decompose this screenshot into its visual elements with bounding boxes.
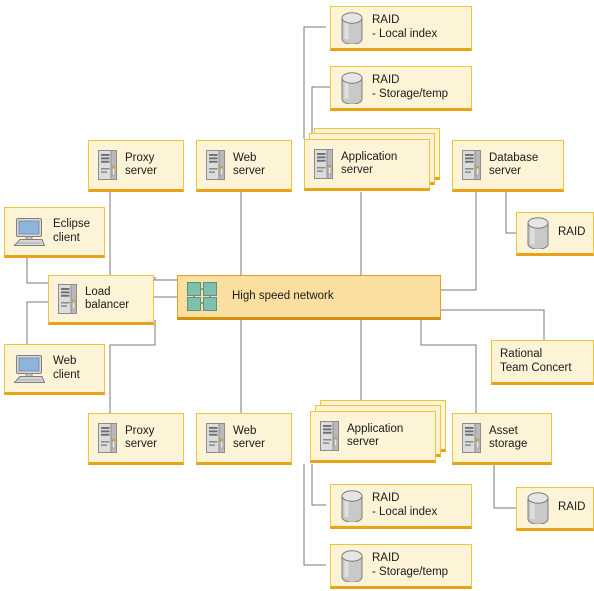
node-application-server-bottom[interactable]: Application server <box>310 411 436 463</box>
node-raid-storage-temp-top[interactable]: RAID - Storage/temp <box>330 66 472 111</box>
node-web-server-top[interactable]: Web server <box>196 140 292 192</box>
node-label: Proxy server <box>125 151 157 178</box>
node-web-client[interactable]: Web client <box>4 344 105 395</box>
server-tower-icon <box>462 423 481 453</box>
node-label: Load balancer <box>85 285 130 312</box>
node-label: High speed network <box>232 289 334 302</box>
node-label: Web server <box>233 424 265 451</box>
node-raid-local-index-top[interactable]: RAID - Local index <box>330 6 472 51</box>
node-label: Application server <box>347 422 404 449</box>
node-label: RAID - Local index <box>372 492 438 518</box>
node-label: RAID <box>558 226 586 239</box>
node-label: RAID - Storage/temp <box>372 74 449 100</box>
node-label: Database server <box>489 151 539 178</box>
raid-cylinder-icon <box>341 11 363 44</box>
node-web-server-bottom[interactable]: Web server <box>196 413 292 465</box>
node-asset-storage[interactable]: Asset storage <box>452 413 552 465</box>
node-label: Asset storage <box>489 424 528 451</box>
node-raid-asset-storage[interactable]: RAID <box>516 487 594 531</box>
node-label: RAID <box>558 501 586 514</box>
node-rational-team-concert[interactable]: Rational Team Concert <box>491 340 594 385</box>
node-label: RAID - Local index <box>372 14 438 40</box>
node-database-server[interactable]: Database server <box>452 140 564 192</box>
node-raid-local-index-bottom[interactable]: RAID - Local index <box>330 484 472 529</box>
server-tower-icon <box>206 150 225 180</box>
raid-cylinder-icon <box>341 71 363 104</box>
node-label: Web server <box>233 151 265 178</box>
raid-cylinder-icon <box>341 489 363 522</box>
raid-cylinder-icon <box>341 549 363 582</box>
server-tower-icon <box>462 150 481 180</box>
node-label: RAID - Storage/temp <box>372 552 449 578</box>
node-label: Web client <box>53 355 80 381</box>
network-architecture-diagram: RAID - Local index RAID - Storage/temp P… <box>0 0 594 591</box>
node-high-speed-network[interactable]: High speed network <box>177 275 441 320</box>
server-tower-icon <box>314 149 333 179</box>
server-tower-icon <box>98 423 117 453</box>
node-application-server-top[interactable]: Application server <box>304 139 430 191</box>
desktop-computer-icon <box>14 354 45 383</box>
node-raid-database[interactable]: RAID <box>516 212 594 256</box>
node-load-balancer[interactable]: Load balancer <box>48 275 154 325</box>
raid-cylinder-icon <box>527 492 549 524</box>
node-label: Application server <box>341 150 398 177</box>
server-tower-icon <box>98 150 117 180</box>
node-proxy-server-top[interactable]: Proxy server <box>88 140 184 192</box>
node-eclipse-client[interactable]: Eclipse client <box>4 207 105 258</box>
desktop-computer-icon <box>14 217 45 246</box>
server-tower-icon <box>58 284 77 314</box>
node-label: Proxy server <box>125 424 157 451</box>
node-proxy-server-bottom[interactable]: Proxy server <box>88 413 184 465</box>
node-label: Rational Team Concert <box>500 348 572 374</box>
raid-cylinder-icon <box>527 217 549 249</box>
node-label: Eclipse client <box>53 218 91 244</box>
network-nodes-icon <box>186 281 218 312</box>
server-tower-icon <box>320 421 339 451</box>
node-raid-storage-temp-bottom[interactable]: RAID - Storage/temp <box>330 544 472 589</box>
server-tower-icon <box>206 423 225 453</box>
